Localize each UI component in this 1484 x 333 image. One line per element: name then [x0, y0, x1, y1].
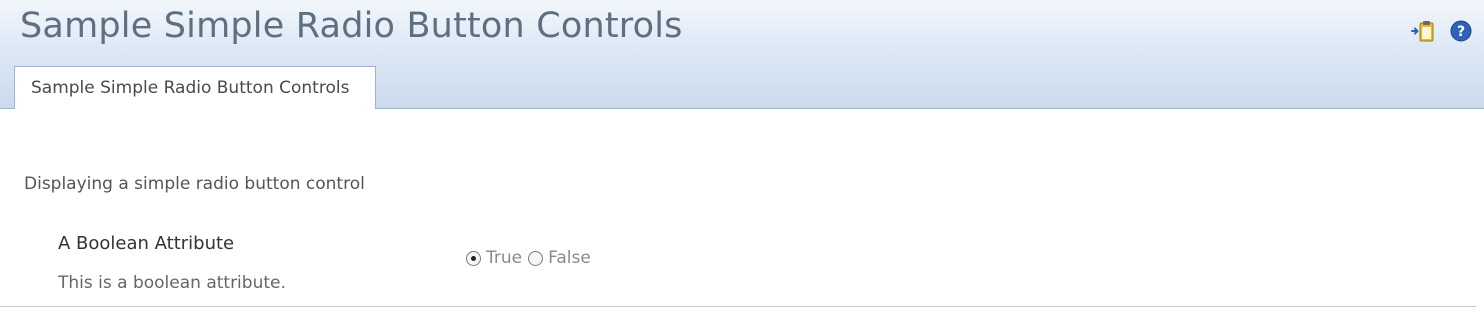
header-band: Sample Simple Radio Button Controls ? Sa… — [0, 0, 1484, 109]
page: Sample Simple Radio Button Controls ? Sa… — [0, 0, 1484, 333]
svg-text:?: ? — [1457, 24, 1465, 40]
toolbar: ? — [1410, 20, 1474, 46]
help-button[interactable]: ? — [1448, 20, 1474, 46]
radio-option-false[interactable]: False — [528, 248, 591, 268]
tab-label: Sample Simple Radio Button Controls — [31, 78, 350, 98]
radio-true-label: True — [486, 248, 523, 268]
page-title: Sample Simple Radio Button Controls — [20, 6, 683, 46]
help-icon: ? — [1449, 19, 1473, 47]
tab-sample-simple-radio-button-controls[interactable]: Sample Simple Radio Button Controls — [14, 66, 377, 109]
radio-option-true[interactable]: True — [466, 248, 522, 268]
add-clipboard-icon — [1410, 18, 1436, 48]
boolean-radio-group: True False — [466, 248, 591, 268]
tab-strip: Sample Simple Radio Button Controls — [0, 66, 1484, 109]
section-description: Displaying a simple radio button control — [24, 174, 365, 194]
add-to-clipboard-button[interactable] — [1410, 20, 1436, 46]
radio-true-button[interactable] — [466, 250, 481, 266]
radio-selected-dot — [471, 255, 476, 261]
row-divider — [0, 306, 1476, 307]
radio-false-button[interactable] — [528, 250, 544, 266]
field-help-text: This is a boolean attribute. — [58, 273, 286, 293]
field-label: A Boolean Attribute — [58, 233, 235, 254]
radio-false-label: False — [548, 248, 591, 268]
